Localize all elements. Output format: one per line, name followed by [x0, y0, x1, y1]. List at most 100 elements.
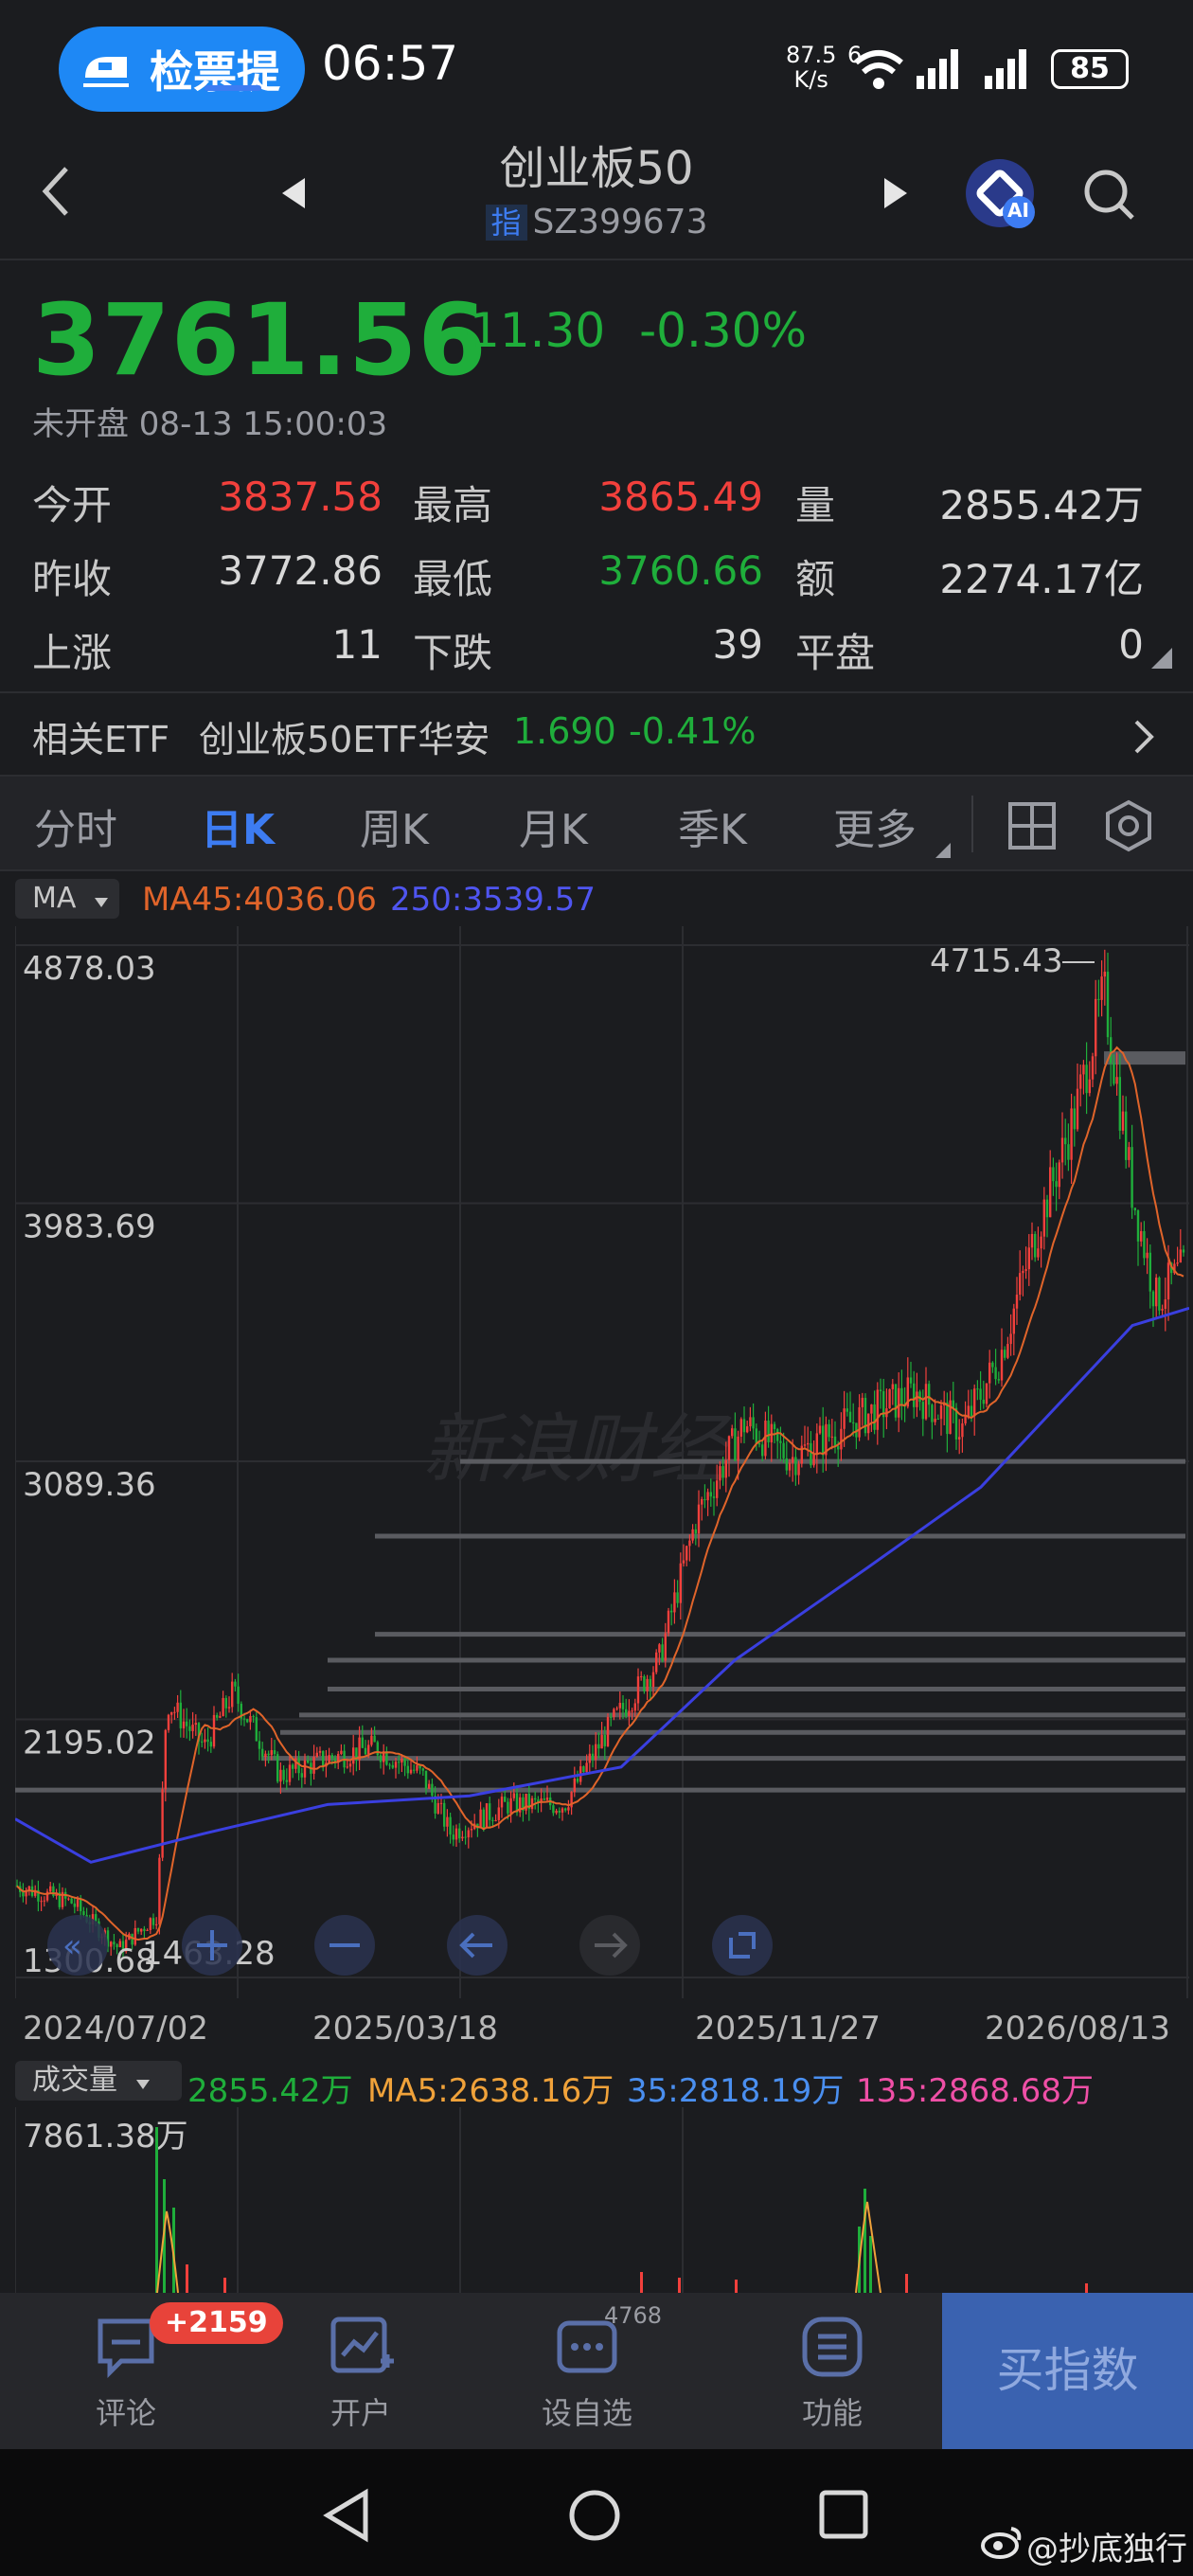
candle-body [1095, 998, 1097, 1057]
candle-body [818, 1425, 822, 1434]
nav-recents-icon[interactable] [818, 2489, 869, 2540]
scroll-right-button[interactable] [579, 1915, 640, 1976]
nav-home-icon[interactable] [566, 2487, 623, 2544]
tab-intraday[interactable]: 分时 [34, 796, 117, 856]
candle-body [167, 1714, 170, 1730]
next-stock-icon[interactable] [881, 176, 909, 210]
candle-body [610, 1716, 613, 1718]
nav-back-icon[interactable] [322, 2487, 375, 2544]
candle-body [1034, 1233, 1037, 1258]
candle-body [779, 1440, 782, 1443]
candle-body [664, 1633, 667, 1661]
candle-body [840, 1428, 843, 1450]
candle-body [661, 1644, 664, 1661]
app-pill[interactable]: 检票提 [59, 27, 305, 112]
tab-quarterly-k[interactable]: 季K [678, 796, 747, 856]
candle-body [82, 1911, 85, 1916]
candle-body [558, 1810, 561, 1813]
candle-body [373, 1735, 376, 1743]
candle-body [776, 1429, 779, 1441]
zoom-out-button[interactable] [314, 1915, 375, 1976]
high-annotation: 4715.43 [930, 942, 1063, 980]
candle-body [603, 1734, 606, 1746]
add-watchlist-button[interactable]: 设自选 [511, 2314, 663, 2433]
candle-body [491, 1819, 494, 1821]
candle-body [452, 1834, 454, 1840]
candle-body [936, 1419, 939, 1421]
watchlist-label: 设自选 [541, 2395, 632, 2431]
search-icon[interactable] [1081, 167, 1138, 224]
ai-assistant-button[interactable]: AI [964, 157, 1040, 233]
candle-body [391, 1764, 394, 1768]
active-tab-indicator [205, 85, 261, 91]
volume-selector[interactable]: 成交量 [15, 2061, 182, 2101]
candle-body [22, 1891, 25, 1897]
candle-body [1158, 1278, 1161, 1311]
candle-body [446, 1816, 449, 1827]
comment-count-badge: +2159 [150, 2302, 283, 2344]
candle-body [746, 1426, 749, 1433]
ma-selector[interactable]: MA [15, 879, 119, 919]
functions-button[interactable]: 功能 [761, 2314, 903, 2433]
expand-corner-icon[interactable] [1151, 648, 1172, 669]
volume-bars [155, 2127, 1088, 2293]
candle-body [1079, 1074, 1082, 1089]
candle-body [894, 1384, 898, 1418]
zoom-in-button[interactable] [182, 1915, 242, 1976]
zoom-out-fast-button[interactable]: « [47, 1915, 108, 1976]
tab-more[interactable]: 更多 [833, 796, 917, 856]
reset-view-button[interactable] [712, 1915, 773, 1976]
candle-body [658, 1644, 661, 1653]
stat-value: 3760.66 [598, 547, 763, 594]
candle-body [249, 1716, 252, 1723]
period-tabs: 分时 日K 周K 月K 季K 更多 [0, 777, 1193, 871]
candle-body [1037, 1248, 1040, 1258]
candle-body [489, 1803, 491, 1820]
kline-chart[interactable]: 新浪财经 4878.033983.693089.362195.021300.68… [15, 926, 1189, 1998]
candle-body [861, 1397, 864, 1407]
candle-body [227, 1707, 231, 1708]
candle-body [709, 1492, 712, 1497]
etf-price: 1.690 [513, 710, 616, 752]
candle-body [958, 1437, 961, 1440]
grid-layout-icon[interactable] [1007, 801, 1057, 850]
current-price: 3761.56 [32, 282, 488, 398]
candle-body [1052, 1167, 1055, 1182]
candle-body [267, 1753, 270, 1756]
candle-body [288, 1764, 292, 1782]
tab-weekly-k[interactable]: 周K [360, 796, 429, 856]
buy-index-button[interactable]: 买指数 [942, 2293, 1193, 2449]
candle-body [846, 1408, 848, 1412]
candle-body [424, 1770, 428, 1789]
candle-body [946, 1402, 949, 1435]
scroll-left-button[interactable] [447, 1915, 507, 1976]
volume-ma135: 135:2868.68万 [856, 2072, 1094, 2110]
settings-icon[interactable] [1102, 799, 1155, 852]
candle-body [219, 1715, 222, 1718]
candle-body [888, 1388, 891, 1409]
watchlist-count: 4768 [604, 2302, 663, 2329]
open-account-button[interactable]: 开户 [290, 2314, 432, 2433]
candle-body [1088, 1079, 1091, 1094]
tab-daily-k[interactable]: 日K [201, 796, 275, 856]
ai-badge: AI [1007, 199, 1029, 222]
candle-body [161, 1789, 164, 1858]
candle-body [224, 1697, 227, 1708]
candle-body [573, 1779, 576, 1793]
candle-body [1027, 1247, 1030, 1270]
ma45-value: MA45:4036.06 [142, 881, 377, 919]
related-etf-row[interactable]: 相关ETF 创业板50ETF华安 1.690 -0.41% [0, 691, 1193, 777]
tab-monthly-k[interactable]: 月K [519, 796, 588, 856]
candle-body [140, 1928, 143, 1932]
more-dropdown-icon [935, 843, 951, 858]
tab-divider [971, 796, 973, 852]
candle-body [961, 1422, 964, 1438]
candle-body [1058, 1162, 1060, 1188]
watermark-user: @抄底独行 [1026, 2531, 1187, 2568]
candle-body [155, 1923, 158, 1925]
y-tick-label: 4878.03 [23, 950, 156, 988]
stat-label: 今开 [32, 482, 113, 528]
candle-body [1121, 1111, 1125, 1131]
candle-body [352, 1747, 355, 1764]
candle-body [188, 1726, 191, 1731]
